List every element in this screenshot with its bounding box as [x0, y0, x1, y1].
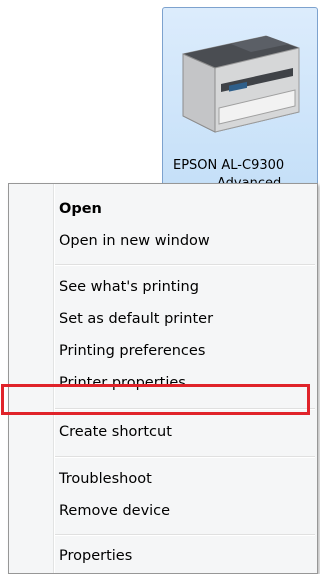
desktop-stage: EPSON AL-C9300 Advanced Open Open in new… [0, 0, 318, 574]
device-name-line1: EPSON AL-C9300 [173, 158, 285, 173]
menu-item-create-shortcut[interactable]: Create shortcut [55, 416, 317, 448]
context-menu: Open Open in new window See what's print… [8, 183, 318, 574]
menu-separator [55, 264, 315, 266]
menu-item-troubleshoot[interactable]: Troubleshoot [55, 463, 317, 495]
menu-item-open-new-window[interactable]: Open in new window [55, 225, 317, 257]
menu-item-see-whats-printing[interactable]: See what's printing [55, 271, 317, 303]
menu-item-printing-preferences[interactable]: Printing preferences [55, 335, 317, 367]
printer-device-tile[interactable]: EPSON AL-C9300 Advanced [162, 7, 318, 197]
menu-separator [55, 408, 315, 410]
menu-separator [55, 456, 315, 458]
menu-item-properties[interactable]: Properties [55, 540, 317, 572]
menu-item-printer-properties[interactable]: Printer properties [55, 367, 317, 399]
menu-item-remove-device[interactable]: Remove device [55, 495, 317, 527]
printer-icon [182, 35, 300, 133]
menu-item-open[interactable]: Open [55, 193, 317, 225]
menu-item-set-default-printer[interactable]: Set as default printer [55, 303, 317, 335]
menu-separator [55, 534, 315, 536]
